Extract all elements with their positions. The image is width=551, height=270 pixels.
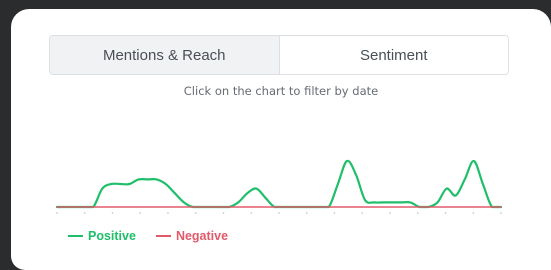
x-axis-tick [305, 212, 308, 214]
x-axis-tick [389, 212, 391, 214]
x-axis-tick [416, 212, 419, 214]
legend-label-positive: Positive [88, 229, 136, 243]
x-axis-tick [222, 212, 225, 214]
x-axis-tick [139, 212, 142, 214]
series-line-positive[interactable] [55, 159, 503, 209]
negative-swatch [155, 235, 171, 237]
sentiment-card: Mentions & Reach Sentiment Click on the … [11, 9, 551, 270]
x-axis-tick [194, 212, 197, 214]
positive-swatch [68, 235, 83, 237]
x-axis-tick [167, 212, 169, 214]
x-axis-tick [361, 212, 364, 214]
chart-legend: Positive Negative [68, 229, 228, 243]
legend-label-negative: Negative [175, 229, 229, 243]
x-axis-tick [278, 212, 280, 214]
x-axis-tick [83, 212, 86, 214]
x-axis-tick [333, 212, 336, 214]
x-axis-tick [250, 212, 253, 214]
x-axis-tick [444, 212, 447, 214]
x-axis-tick [500, 212, 502, 214]
x-axis-tick [111, 212, 114, 214]
legend-item-negative[interactable]: Negative [155, 229, 229, 243]
x-axis-tick [472, 212, 475, 214]
legend-item-positive[interactable]: Positive [68, 229, 136, 243]
x-axis-tick [56, 212, 58, 214]
